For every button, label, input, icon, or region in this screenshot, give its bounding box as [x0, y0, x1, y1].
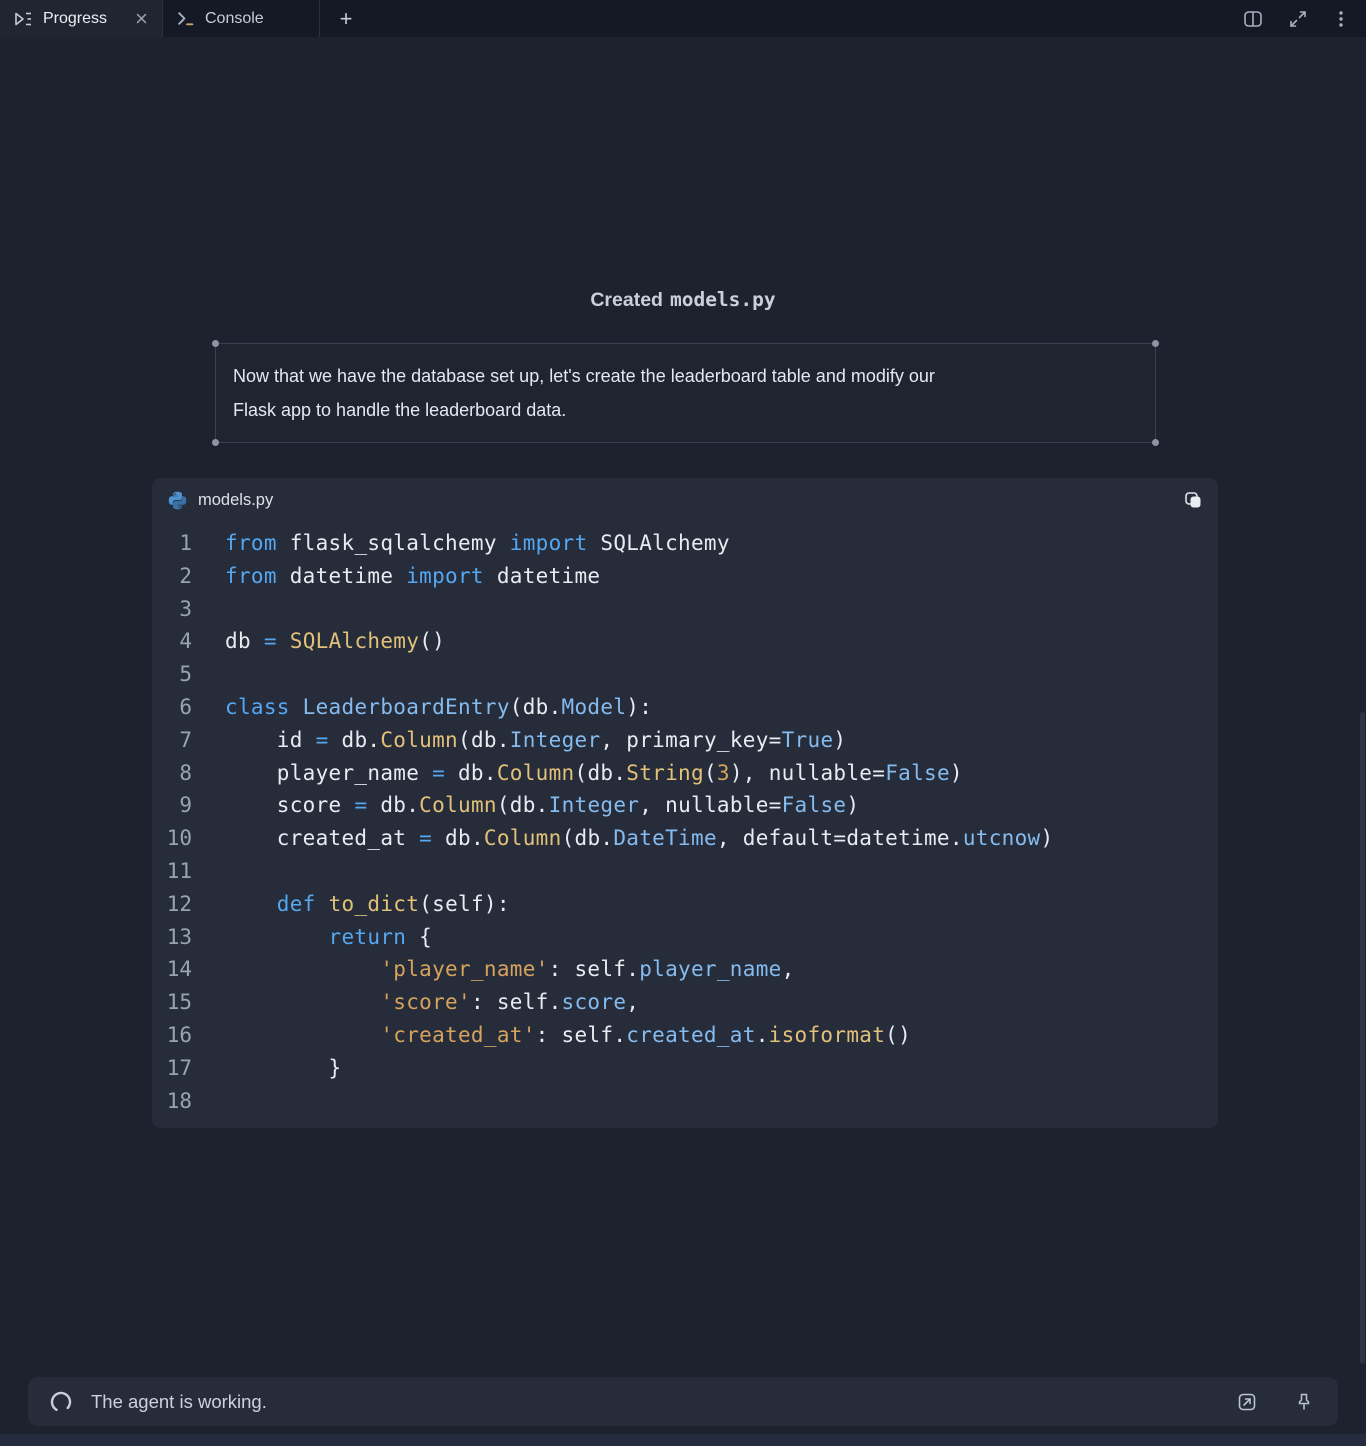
- open-external-icon[interactable]: [1236, 1391, 1258, 1413]
- line-number: 7: [152, 724, 192, 757]
- code-line: 1from flask_sqlalchemy import SQLAlchemy: [152, 527, 1218, 560]
- line-number: 3: [152, 593, 192, 626]
- tab-progress[interactable]: Progress: [0, 0, 163, 37]
- tab-label: Console: [205, 10, 264, 28]
- line-number: 6: [152, 691, 192, 724]
- status-text: The agent is working.: [91, 1391, 267, 1413]
- code-line: 8 player_name = db.Column(db.String(3), …: [152, 757, 1218, 790]
- agent-status-bar: The agent is working.: [28, 1377, 1338, 1426]
- code-line: 9 score = db.Column(db.Integer, nullable…: [152, 789, 1218, 822]
- code-lines: 1from flask_sqlalchemy import SQLAlchemy…: [152, 522, 1218, 1117]
- code-line: 10 created_at = db.Column(db.DateTime, d…: [152, 822, 1218, 855]
- split-view-icon[interactable]: [1242, 8, 1264, 30]
- code-line: 17 }: [152, 1052, 1218, 1085]
- line-number: 17: [152, 1052, 192, 1085]
- python-icon: [167, 490, 188, 511]
- overflow-menu-icon[interactable]: [1332, 9, 1350, 29]
- line-number: 8: [152, 757, 192, 790]
- code-line: 13 return {: [152, 921, 1218, 954]
- line-number: 9: [152, 789, 192, 822]
- code-line: 16 'created_at': self.created_at.isoform…: [152, 1019, 1218, 1052]
- tab-console[interactable]: Console: [163, 0, 320, 37]
- handle-dot: [212, 340, 219, 347]
- code-panel-header: models.py: [152, 478, 1218, 522]
- code-line: 6class LeaderboardEntry(db.Model):: [152, 691, 1218, 724]
- line-number: 14: [152, 953, 192, 986]
- expand-icon[interactable]: [1288, 9, 1308, 29]
- spinner-icon: [48, 1389, 74, 1415]
- line-number: 15: [152, 986, 192, 1019]
- line-number: 13: [152, 921, 192, 954]
- line-number: 18: [152, 1085, 192, 1118]
- line-number: 11: [152, 855, 192, 888]
- code-filename: models.py: [198, 491, 273, 510]
- app-window: { "tabbar": { "tabs": [ {"label": "Progr…: [0, 0, 1366, 1446]
- pin-icon[interactable]: [1294, 1392, 1314, 1412]
- step-action-label: Created: [590, 289, 663, 311]
- line-number: 5: [152, 658, 192, 691]
- line-number: 12: [152, 888, 192, 921]
- close-icon[interactable]: [134, 11, 149, 26]
- tab-label: Progress: [43, 10, 107, 28]
- code-line: 11: [152, 855, 1218, 888]
- code-line: 7 id = db.Column(db.Integer, primary_key…: [152, 724, 1218, 757]
- handle-dot: [1152, 439, 1159, 446]
- code-line: 15 'score': self.score,: [152, 986, 1218, 1019]
- status-actions: [1236, 1391, 1318, 1413]
- code-line: 4db = SQLAlchemy(): [152, 625, 1218, 658]
- new-tab-button[interactable]: +: [320, 0, 372, 37]
- step-filename: models.py: [670, 288, 776, 311]
- window-bottom-edge: [0, 1434, 1366, 1446]
- line-number: 4: [152, 625, 192, 658]
- line-number: 2: [152, 560, 192, 593]
- copy-icon[interactable]: [1183, 490, 1203, 510]
- code-line: 5: [152, 658, 1218, 691]
- page-title: Created models.py: [0, 288, 1366, 312]
- note-line: Flask app to handle the leaderboard data…: [233, 393, 1138, 427]
- code-line: 12 def to_dict(self):: [152, 888, 1218, 921]
- scrollbar-thumb[interactable]: [1360, 712, 1365, 1364]
- handle-dot: [1152, 340, 1159, 347]
- line-number: 16: [152, 1019, 192, 1052]
- code-panel: models.py 1from flask_sqlalchemy import …: [152, 478, 1218, 1128]
- note-line: Now that we have the database set up, le…: [233, 359, 1138, 393]
- code-line: 14 'player_name': self.player_name,: [152, 953, 1218, 986]
- tab-bar: Progress Console +: [0, 0, 1366, 37]
- line-number: 1: [152, 527, 192, 560]
- code-line: 3: [152, 593, 1218, 626]
- terminal-icon: [176, 9, 195, 28]
- progress-playlist-icon: [13, 9, 33, 29]
- line-number: 10: [152, 822, 192, 855]
- code-line: 18: [152, 1085, 1218, 1118]
- agent-note-box: Now that we have the database set up, le…: [215, 343, 1156, 443]
- code-line: 2from datetime import datetime: [152, 560, 1218, 593]
- handle-dot: [212, 439, 219, 446]
- window-controls: [1242, 0, 1366, 37]
